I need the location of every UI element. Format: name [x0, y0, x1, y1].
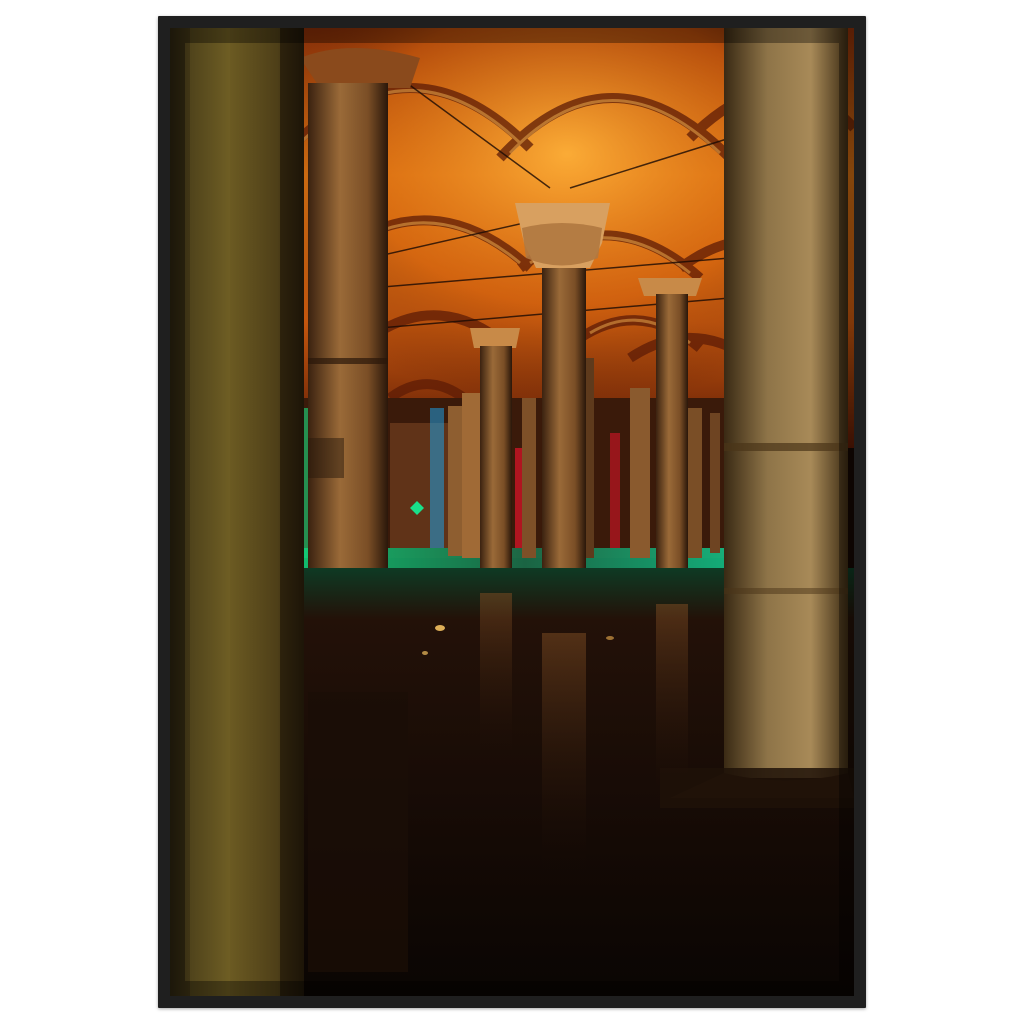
blue-light-patch: [430, 408, 444, 548]
left-foreground-column: [170, 28, 304, 996]
cistern-photograph: [170, 28, 854, 996]
cistern-scene: [170, 28, 854, 996]
poster-frame: [158, 16, 866, 1008]
